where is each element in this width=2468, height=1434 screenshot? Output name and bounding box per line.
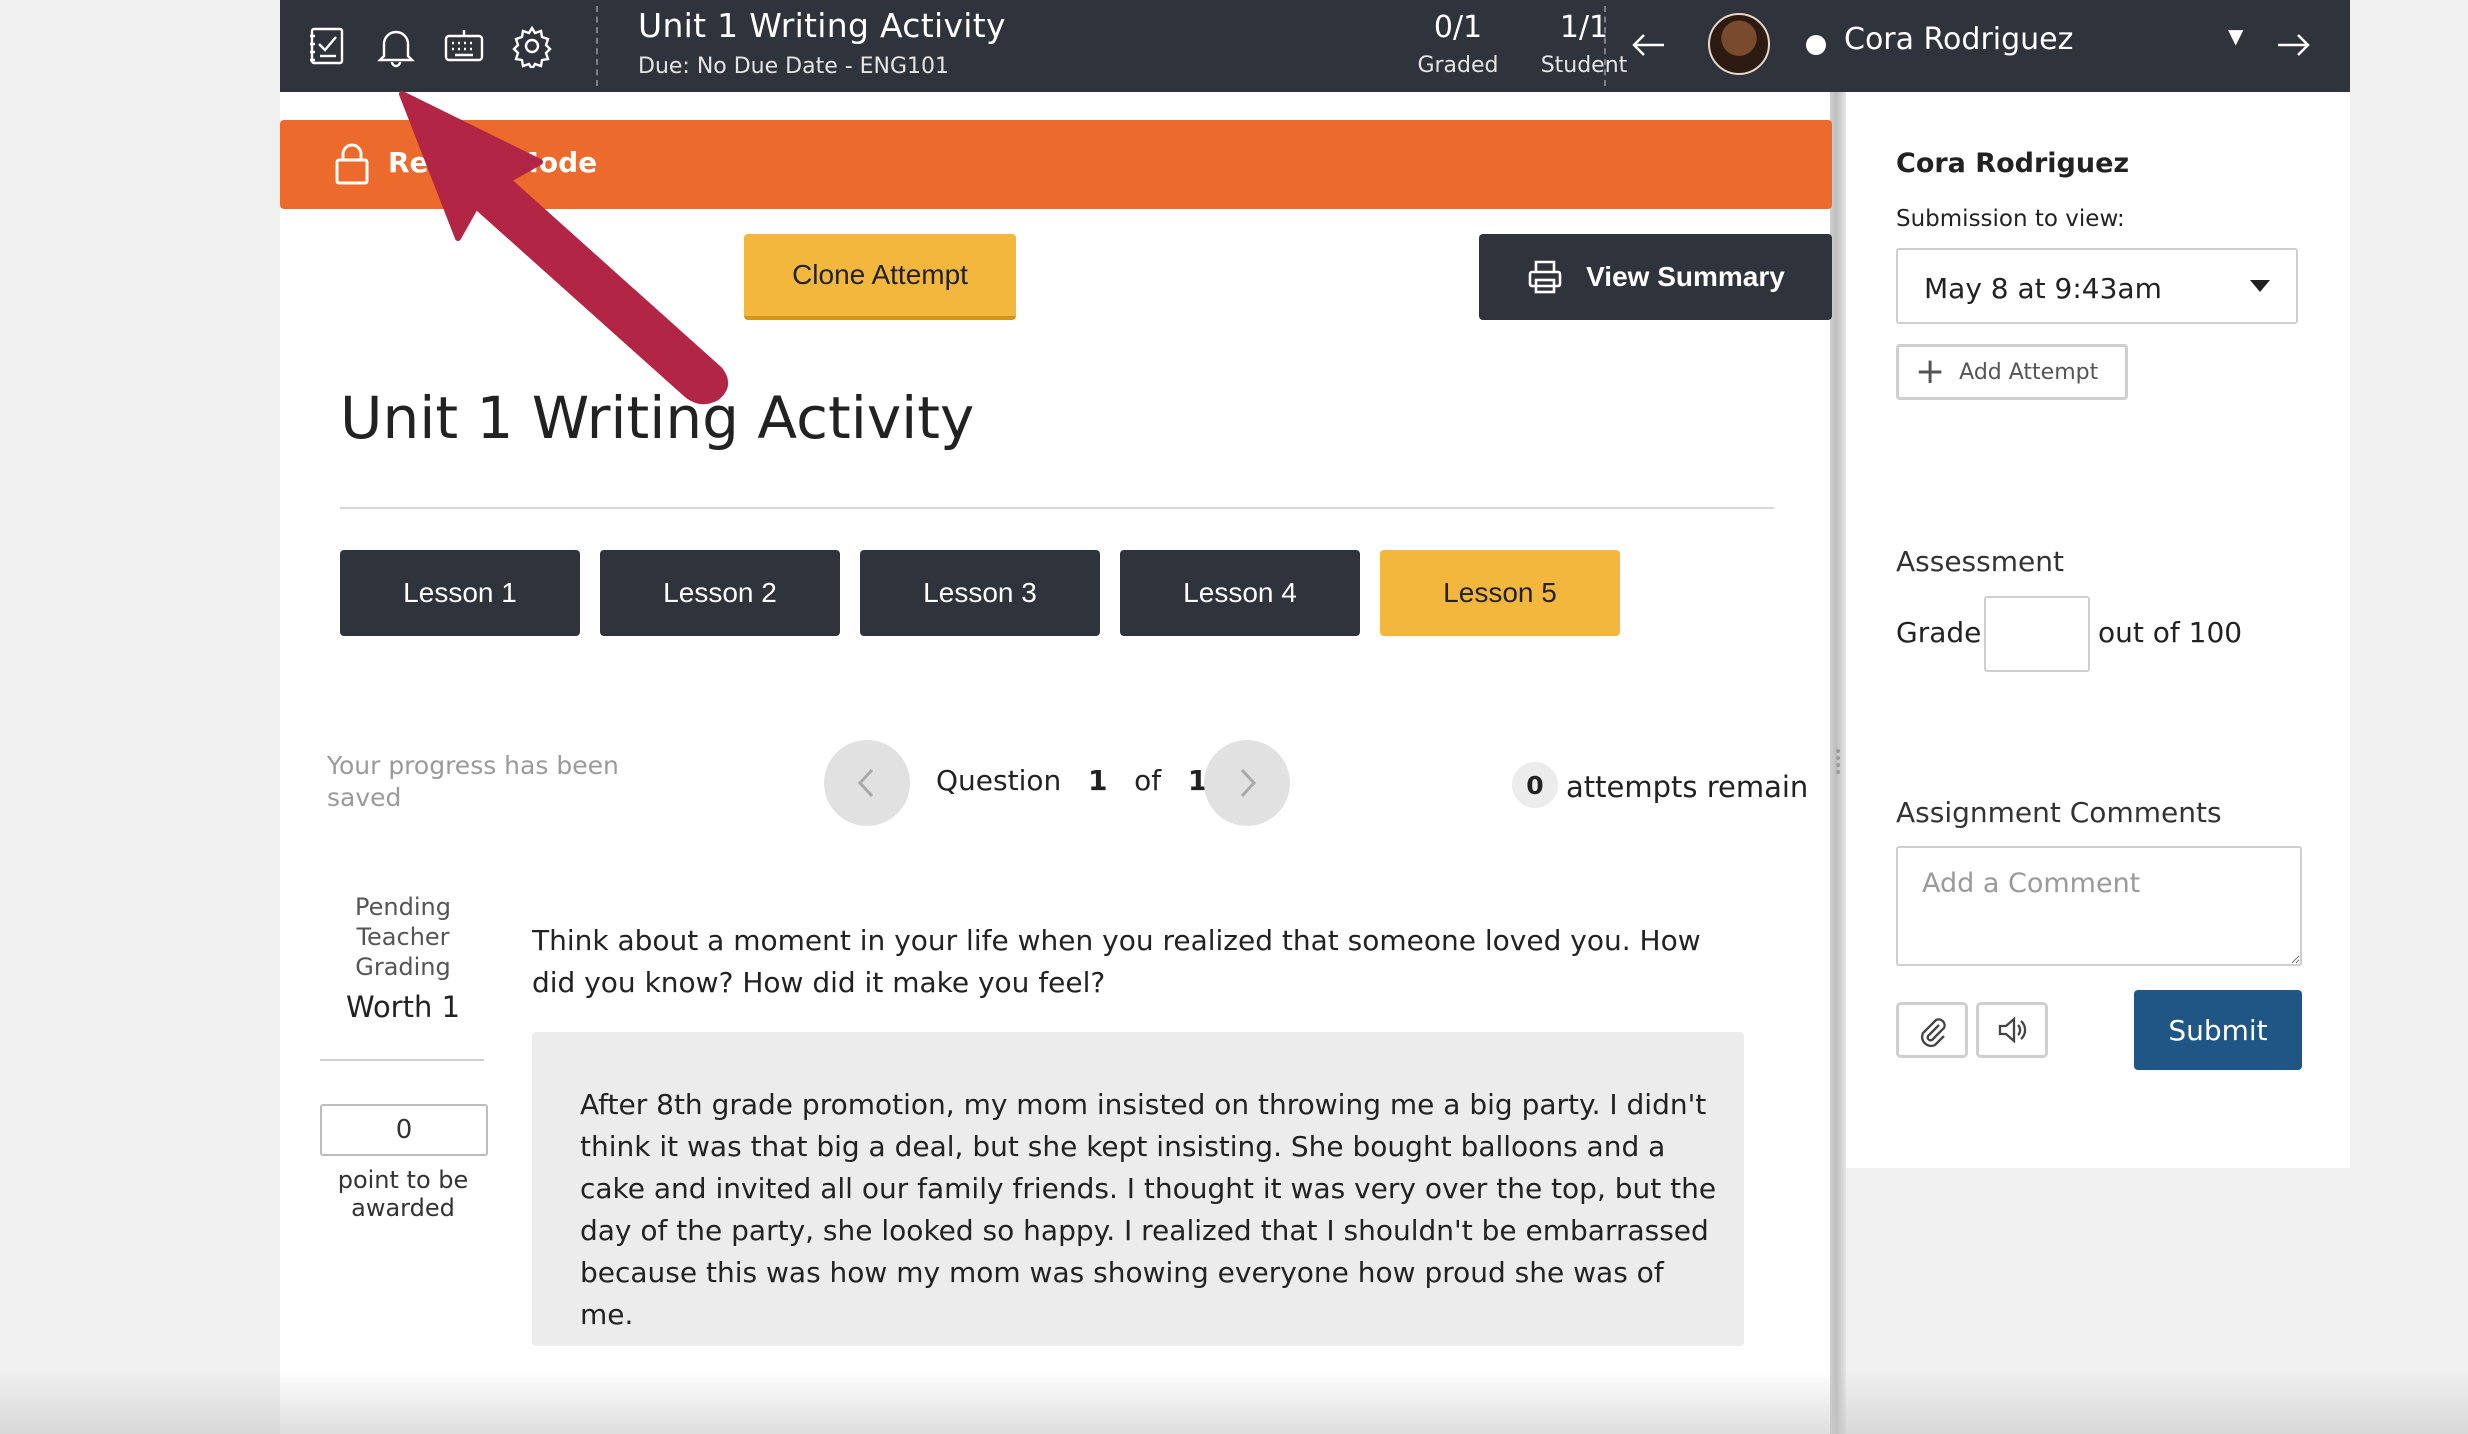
student-answer-box: After 8th grade promotion, my mom insist… [532,1032,1744,1346]
grading-status: Pending Teacher Grading [355,893,451,981]
tab-lesson-4[interactable]: Lesson 4 [1120,550,1360,636]
title-divider [340,507,1774,509]
status-dot [1806,35,1826,55]
assignment-subtitle: Due: No Due Date - ENG101 [638,54,950,79]
view-summary-button[interactable]: View Summary [1479,234,1832,320]
add-attempt-label: Add Attempt [1959,359,2099,385]
plus-icon: + [1915,351,1946,392]
toolbar-separator [1604,6,1606,86]
keyboard-icon[interactable] [440,22,488,70]
attach-file-button[interactable] [1896,1002,1968,1058]
review-mode-banner: Review Mode [280,120,1832,209]
review-mode-label: Review Mode [388,146,598,179]
question-of: of [1134,764,1162,797]
printer-icon [1528,260,1562,294]
student-answer: After 8th grade promotion, my mom insist… [580,1088,1717,1331]
speaker-icon [1998,1016,2027,1044]
previous-student-arrow-icon[interactable] [1626,22,1672,68]
question-worth: Worth 1 [345,990,461,1024]
lock-icon [332,142,372,186]
question-word: Question [936,764,1062,797]
points-label: point to be awarded [337,1166,469,1222]
tab-lesson-5[interactable]: Lesson 5 [1380,550,1620,636]
chevron-down-icon[interactable]: ▼ [2228,24,2243,48]
submit-button[interactable]: Submit [2134,990,2302,1070]
tab-lesson-1[interactable]: Lesson 1 [340,550,580,636]
submission-select[interactable]: May 8 at 9:43am [1896,248,2298,324]
gear-icon[interactable] [508,22,556,70]
clone-attempt-button[interactable]: Clone Attempt [744,234,1016,320]
page-title: Unit 1 Writing Activity [340,384,975,452]
bottom-shade [0,1370,2468,1434]
next-question-button[interactable] [1204,740,1290,826]
graded-stat: 0/1 Graded [1388,10,1528,78]
toolbar-separator [596,6,598,86]
bell-icon[interactable] [372,22,420,70]
student-name[interactable]: Cora Rodriguez [1844,22,2073,57]
next-student-arrow-icon[interactable] [2270,22,2316,68]
side-divider [320,1059,484,1061]
top-bar: Unit 1 Writing Activity Due: No Due Date… [280,0,2350,92]
tab-lesson-2[interactable]: Lesson 2 [600,550,840,636]
submission-value: May 8 at 9:43am [1924,272,2162,305]
save-status: Your progress has been saved [327,751,619,812]
chevron-right-icon [1240,768,1257,798]
assessment-heading: Assessment [1896,545,2064,578]
grade-input[interactable] [1984,596,2090,672]
paperclip-icon [1921,1018,1946,1047]
chevron-left-icon [857,768,874,798]
question-counter: Question 1 of 1 [936,764,1207,797]
question-current: 1 [1087,764,1108,797]
assignment-title: Unit 1 Writing Activity [638,6,1006,45]
comment-input[interactable] [1896,846,2302,966]
panel-student-name: Cora Rodriguez [1896,148,2130,179]
audio-comment-button[interactable] [1976,1002,2048,1058]
attempts-label: attempts remain [1566,770,1809,804]
points-input[interactable] [320,1104,488,1156]
checklist-icon[interactable] [304,22,352,70]
tab-lesson-3[interactable]: Lesson 3 [860,550,1100,636]
drag-handle[interactable] [1834,746,1842,786]
graded-count: 0/1 [1433,10,1483,45]
view-summary-label: View Summary [1586,261,1785,292]
graded-label: Graded [1417,53,1499,78]
previous-question-button[interactable] [824,740,910,826]
caret-down-icon [2250,280,2270,292]
grade-label: Grade [1896,616,1982,649]
attempts-badge: 0 [1512,762,1558,808]
grade-out-of: out of 100 [2098,616,2243,649]
submission-label: Submission to view: [1896,206,2125,232]
avatar [1708,13,1770,75]
comments-heading: Assignment Comments [1896,796,2222,829]
question-prompt: Think about a moment in your life when y… [532,924,1701,999]
add-attempt-button[interactable]: + Add Attempt [1896,344,2128,400]
